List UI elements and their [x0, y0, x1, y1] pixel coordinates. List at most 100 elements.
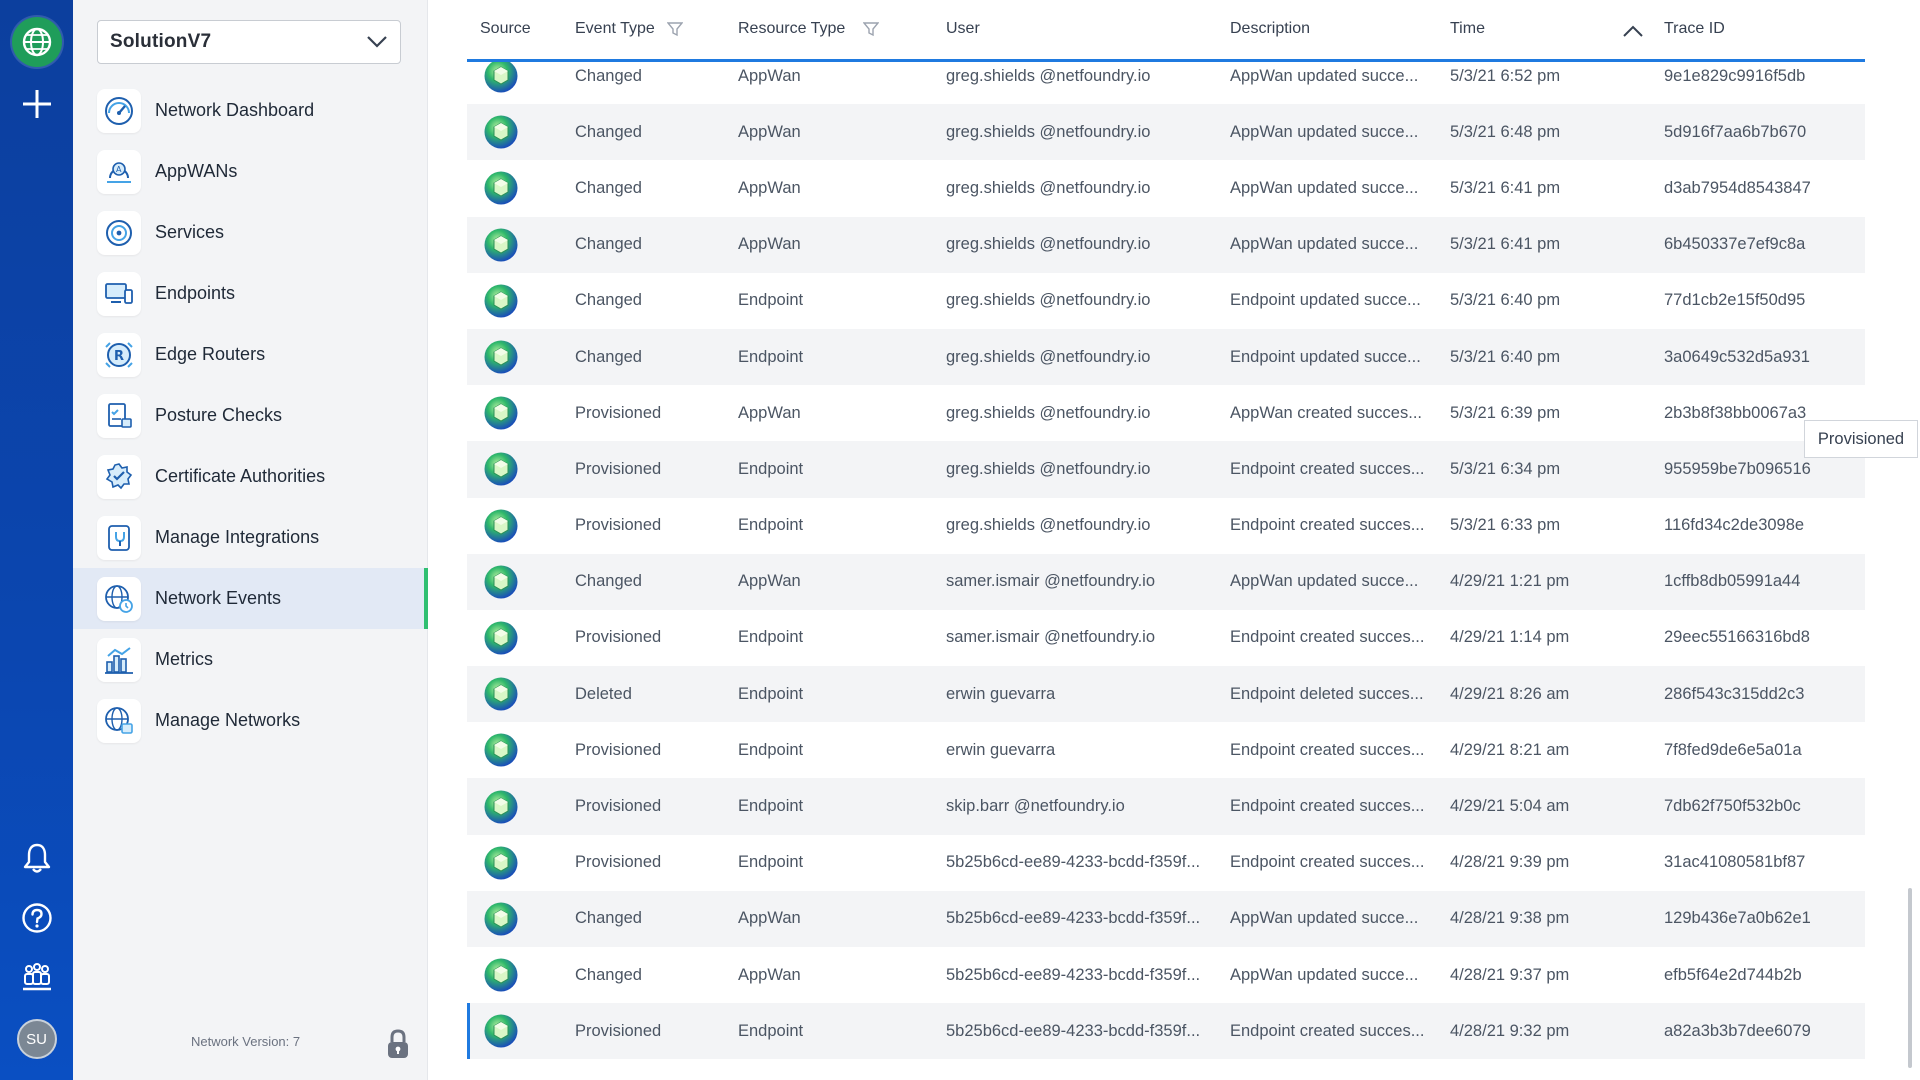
plus-icon [22, 90, 51, 118]
network-selector-dropdown[interactable]: SolutionV7 [97, 20, 401, 64]
source-icon [483, 283, 519, 319]
cell-description: AppWan updated succe... [1230, 235, 1419, 254]
table-row[interactable]: Changed Endpoint greg.shields @netfoundry.… [467, 273, 1865, 329]
services-icon [97, 210, 141, 255]
cell-time: 4/28/21 9:37 pm [1450, 965, 1570, 984]
table-row[interactable]: Changed AppWan 5b25b6cd-ee89-4233-bcdd-f35… [467, 890, 1865, 947]
header-event-type[interactable]: Event Type [575, 20, 683, 38]
filter-icon[interactable] [666, 21, 683, 37]
cell-time: 5/3/21 6:48 pm [1450, 122, 1561, 141]
manage-networks-icon [97, 698, 141, 743]
cell-event-type: Provisioned [575, 1021, 662, 1040]
source-icon [483, 957, 519, 993]
cell-trace-id: 116fd34c2de3098e [1664, 516, 1805, 535]
lock-button[interactable] [386, 1028, 410, 1065]
header-source[interactable]: Source [480, 20, 531, 38]
sidebar-item-manage-integrations[interactable]: Manage Integrations [73, 507, 428, 568]
table-row[interactable]: Changed Endpoint greg.shields @netfoundry.… [467, 328, 1865, 386]
team-button[interactable] [0, 957, 73, 997]
table-row[interactable]: Provisioned Endpoint 5b25b6cd-ee89-4233-bc… [467, 1003, 1865, 1060]
table-row[interactable]: Deleted Endpoint erwin guevarra Endpoint de… [467, 666, 1865, 723]
cell-event-type: Changed [575, 178, 642, 197]
dashboard-gauge-icon [97, 88, 141, 133]
cell-user: samer.ismair @netfoundry.io [946, 572, 1156, 591]
network-events-icon [97, 576, 141, 621]
network-globe-button[interactable] [0, 17, 73, 67]
table-row[interactable]: Changed AppWan 5b25b6cd-ee89-4233-bcdd-f35… [467, 947, 1865, 1003]
sidebar-item-manage-networks[interactable]: Manage Networks [73, 690, 428, 751]
cell-user: greg.shields @netfoundry.io [946, 235, 1151, 254]
cell-resource-type: Endpoint [738, 853, 804, 872]
cell-description: Endpoint updated succe... [1230, 291, 1421, 310]
header-time[interactable]: Time [1450, 20, 1485, 38]
sidebar-item-endpoints[interactable]: Endpoints [73, 263, 428, 324]
source-icon [483, 339, 519, 375]
cell-user: 5b25b6cd-ee89-4233-bcdd-f359f... [946, 1021, 1201, 1040]
table-row[interactable]: Provisioned Endpoint samer.ismair @netfoun… [467, 610, 1865, 666]
cell-time: 5/3/21 6:52 pm [1450, 66, 1561, 85]
cell-user: 5b25b6cd-ee89-4233-bcdd-f359f... [946, 853, 1201, 872]
cell-resource-type: AppWan [738, 403, 801, 422]
scrollbar-thumb[interactable] [1908, 888, 1912, 1068]
source-icon [483, 451, 519, 487]
cell-trace-id: efb5f64e2d744b2b [1664, 965, 1802, 984]
source-icon [483, 901, 519, 937]
sidebar-item-label: AppWANs [155, 161, 238, 181]
source-icon [483, 564, 519, 600]
table-row[interactable]: Provisioned Endpoint erwin guevarra Endpoin… [467, 722, 1865, 778]
sidebar-item-posture-checks[interactable]: Posture Checks [73, 385, 428, 446]
cell-time: 4/29/21 5:04 am [1450, 797, 1570, 816]
table-row[interactable]: Provisioned Endpoint greg.shields @netfoun… [467, 498, 1865, 554]
cell-description: Endpoint created succes... [1230, 740, 1425, 759]
cell-time: 4/28/21 9:32 pm [1450, 1021, 1570, 1040]
cell-user: skip.barr @netfoundry.io [946, 797, 1125, 816]
sidebar-item-edge-routers[interactable]: R Edge Routers [73, 324, 428, 385]
sidebar-item-metrics[interactable]: Metrics [73, 629, 428, 690]
cell-event-type: Changed [575, 347, 642, 366]
user-avatar-button[interactable]: SU [0, 1018, 73, 1060]
header-description[interactable]: Description [1230, 20, 1310, 38]
help-button[interactable] [0, 898, 73, 938]
notifications-button[interactable] [0, 838, 73, 878]
header-label: Description [1230, 20, 1311, 37]
source-icon [483, 227, 519, 263]
cell-user: 5b25b6cd-ee89-4233-bcdd-f359f... [946, 965, 1201, 984]
table-row[interactable]: Changed AppWan samer.ismair @netfoundry.io… [467, 553, 1865, 610]
table-row[interactable]: Provisioned Endpoint skip.barr @netfoundry… [467, 778, 1865, 835]
edge-router-icon: R [97, 332, 141, 377]
table-row[interactable]: Provisioned Endpoint 5b25b6cd-ee89-4233-bc… [467, 835, 1865, 891]
header-resource-type[interactable]: Resource Type [738, 20, 880, 38]
cell-user: greg.shields @netfoundry.io [946, 291, 1151, 310]
sidebar-item-label: Posture Checks [155, 405, 283, 425]
network-selector-value: SolutionV7 [110, 31, 212, 52]
cell-description: Endpoint created succes... [1230, 1021, 1425, 1040]
cell-time: 4/29/21 1:21 pm [1450, 572, 1570, 591]
header-trace-id[interactable]: Trace ID [1664, 20, 1725, 38]
bell-icon [23, 843, 50, 873]
source-icon [483, 508, 519, 544]
svg-text:A: A [116, 165, 122, 174]
filter-icon[interactable] [863, 21, 880, 37]
sidebar-item-label: Metrics [155, 649, 213, 669]
cell-trace-id: 5d916f7aa6b7b670 [1664, 122, 1807, 141]
sidebar-item-certificate-authorities[interactable]: Certificate Authorities [73, 446, 428, 507]
cell-resource-type: Endpoint [738, 516, 804, 535]
sidebar-item-network-events[interactable]: Network Events [73, 568, 428, 629]
cell-trace-id: 7db62f750f532b0c [1664, 797, 1801, 816]
add-button[interactable] [0, 82, 73, 126]
sidebar-item-network-dashboard[interactable]: Network Dashboard [73, 80, 428, 141]
table-header: Source Event Type Resource Type User Des… [467, 0, 1865, 62]
cell-event-type: Changed [575, 235, 642, 254]
table-row[interactable]: Provisioned AppWan greg.shields @netfoundr… [467, 385, 1865, 441]
header-label: Event Type [575, 20, 655, 37]
sidebar-item-services[interactable]: Services [73, 202, 428, 263]
table-row[interactable]: Changed AppWan greg.shields @netfoundry.io… [467, 216, 1865, 273]
table-row[interactable]: Changed AppWan greg.shields @netfoundry.io… [467, 160, 1865, 216]
cell-event-type: Deleted [575, 684, 632, 703]
table-row[interactable]: Provisioned Endpoint greg.shields @netfoun… [467, 441, 1865, 498]
help-icon [21, 903, 52, 933]
sidebar-item-appwans[interactable]: A AppWANs [73, 141, 428, 202]
table-row[interactable]: Changed AppWan greg.shields @netfoundry.io… [467, 104, 1865, 161]
header-user[interactable]: User [946, 20, 980, 38]
sort-ascending-button[interactable] [1622, 24, 1644, 38]
